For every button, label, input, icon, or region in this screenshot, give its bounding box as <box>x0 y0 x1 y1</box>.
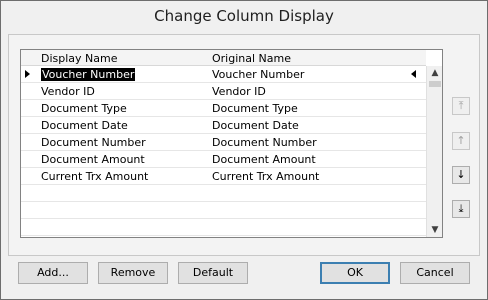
original-name-cell: Document Number <box>212 136 317 149</box>
move-top-button[interactable]: ⤒ <box>452 97 470 115</box>
original-name-cell: Voucher Number <box>212 68 305 81</box>
move-down-button[interactable]: ↓ <box>452 166 470 184</box>
row-indicator-icon <box>25 70 30 78</box>
original-name-cell: Document Type <box>212 102 298 115</box>
table-row[interactable]: Vendor ID Vendor ID <box>21 83 426 100</box>
original-name-cell: Current Trx Amount <box>212 170 320 183</box>
original-name-cell: Document Amount <box>212 153 316 166</box>
move-top-icon: ⤒ <box>458 99 464 112</box>
table-row[interactable]: Current Trx Amount Current Trx Amount <box>21 168 426 185</box>
default-button[interactable]: Default <box>178 262 248 284</box>
display-name-cell[interactable]: Document Number <box>41 136 146 149</box>
scroll-down-icon[interactable]: ▼ <box>427 223 442 237</box>
move-bottom-icon: ⤓ <box>458 202 464 215</box>
column-grid[interactable]: Display Name Original Name Voucher Numbe… <box>20 49 443 238</box>
grid-rows: Voucher Number Voucher Number Vendor ID … <box>21 66 426 236</box>
move-up-icon: ↑ <box>456 134 466 147</box>
cancel-button[interactable]: Cancel <box>400 262 470 284</box>
display-name-cell[interactable]: Document Amount <box>41 153 145 166</box>
column-header-original-name[interactable]: Original Name <box>212 52 291 65</box>
original-name-cell: Vendor ID <box>212 85 266 98</box>
table-row[interactable]: Document Number Document Number <box>21 134 426 151</box>
move-up-button[interactable]: ↑ <box>452 132 470 150</box>
add-button[interactable]: Add... <box>18 262 88 284</box>
table-row[interactable]: Document Amount Document Amount <box>21 151 426 168</box>
display-name-cell[interactable]: Voucher Number <box>41 68 136 81</box>
row-marker-icon <box>411 70 416 78</box>
empty-row <box>21 185 426 202</box>
scroll-up-icon[interactable]: ▲ <box>427 66 442 80</box>
table-row[interactable]: Document Type Document Type <box>21 100 426 117</box>
display-name-cell[interactable]: Document Date <box>41 119 128 132</box>
move-bottom-button[interactable]: ⤓ <box>452 200 470 218</box>
ok-button[interactable]: OK <box>320 262 390 284</box>
move-down-icon: ↓ <box>456 168 466 181</box>
original-name-cell: Document Date <box>212 119 299 132</box>
grid-header: Display Name Original Name <box>21 50 426 66</box>
vertical-scrollbar[interactable]: ▲ ▼ <box>426 66 442 237</box>
column-header-display-name[interactable]: Display Name <box>41 52 118 65</box>
display-name-cell[interactable]: Current Trx Amount <box>41 170 148 183</box>
display-name-cell[interactable]: Vendor ID <box>41 85 95 98</box>
display-name-cell[interactable]: Document Type <box>41 102 127 115</box>
empty-row <box>21 219 426 236</box>
table-row[interactable]: Voucher Number Voucher Number <box>21 66 426 83</box>
remove-button[interactable]: Remove <box>98 262 168 284</box>
scroll-thumb[interactable] <box>429 81 441 87</box>
empty-row <box>21 202 426 219</box>
table-row[interactable]: Document Date Document Date <box>21 117 426 134</box>
dialog-title: Change Column Display <box>154 7 334 25</box>
